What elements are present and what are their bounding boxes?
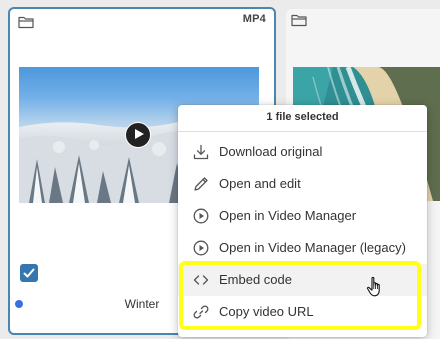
menu-item-label: Download original <box>219 144 323 159</box>
menu-item-open-and-edit[interactable]: Open and edit <box>178 168 427 200</box>
pencil-icon <box>194 177 208 191</box>
menu-item-label: Open in Video Manager <box>219 208 357 223</box>
code-icon <box>193 275 209 285</box>
menu-item-label: Open and edit <box>219 176 301 191</box>
link-icon <box>193 305 209 319</box>
play-circle-icon <box>193 208 209 224</box>
menu-item-label: Open in Video Manager (legacy) <box>219 240 406 255</box>
menu-item-embed-code[interactable]: Embed code <box>178 264 427 296</box>
download-icon <box>193 144 209 160</box>
menu-item-label: Embed code <box>219 272 292 287</box>
checkmark-icon <box>23 268 35 278</box>
context-menu: 1 file selected Download original Open a… <box>178 105 427 337</box>
menu-item-open-in-video-manager-legacy[interactable]: Open in Video Manager (legacy) <box>178 232 427 264</box>
menu-item-open-in-video-manager[interactable]: Open in Video Manager <box>178 200 427 232</box>
menu-item-download-original[interactable]: Download original <box>178 136 427 168</box>
folder-icon <box>291 14 307 27</box>
play-circle-icon <box>193 240 209 256</box>
select-checkbox[interactable] <box>20 264 38 282</box>
format-badge: MP4 <box>242 13 266 25</box>
folder-icon <box>18 16 34 29</box>
play-button[interactable] <box>125 122 151 148</box>
menu-item-label: Copy video URL <box>219 304 314 319</box>
menu-item-copy-video-url[interactable]: Copy video URL <box>178 296 427 328</box>
menu-header: 1 file selected <box>178 105 427 132</box>
